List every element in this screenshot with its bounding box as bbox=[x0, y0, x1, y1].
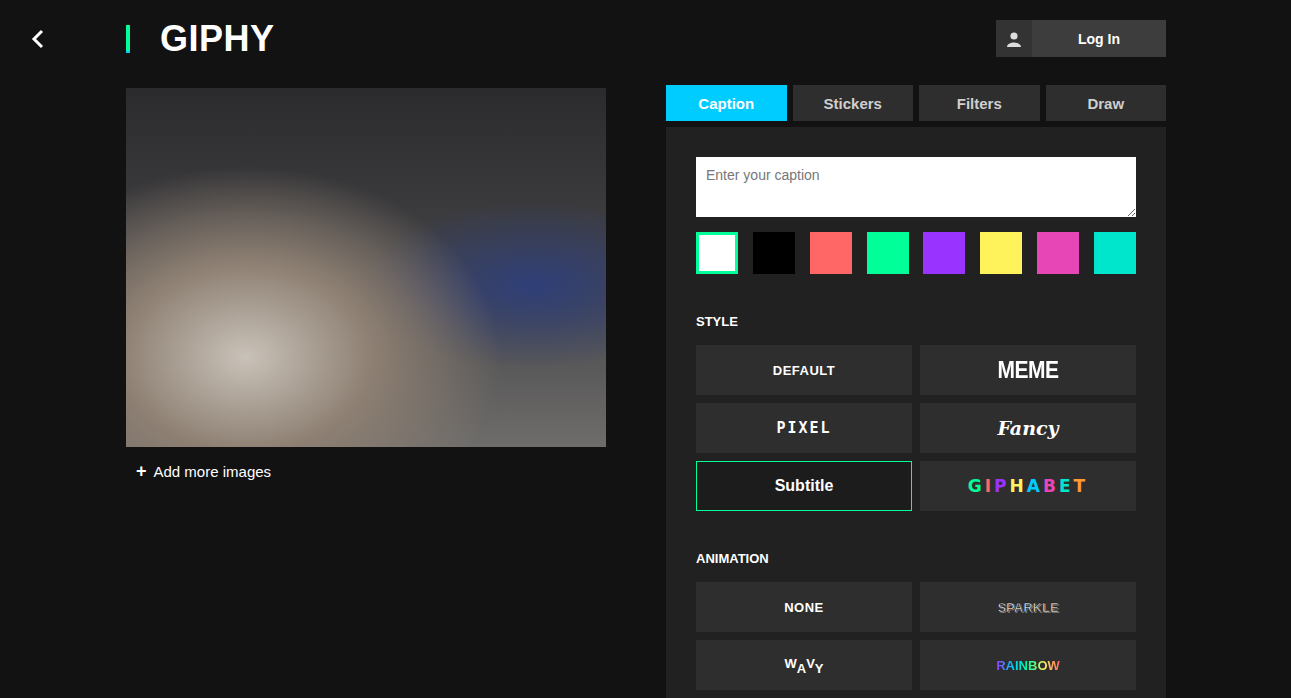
color-swatch[interactable] bbox=[696, 232, 738, 274]
option-label: GIPHABET bbox=[968, 476, 1088, 496]
style-option[interactable]: Fancy bbox=[920, 403, 1136, 453]
animation-options: NONE SPARKLE WAVY RAINBOW bbox=[696, 582, 1136, 690]
tab[interactable]: Filters bbox=[919, 85, 1040, 121]
option-label: Subtitle bbox=[775, 477, 834, 495]
color-swatch[interactable] bbox=[753, 232, 795, 274]
tools-column: CaptionStickersFiltersDraw STYLE DEFAULT ME… bbox=[666, 85, 1166, 698]
login-label: Log In bbox=[1032, 20, 1166, 57]
editor: + Add more images CaptionStickersFiltersDr… bbox=[0, 85, 1291, 698]
color-swatch[interactable] bbox=[810, 232, 852, 274]
style-option[interactable]: Subtitle bbox=[696, 461, 912, 511]
plus-icon: + bbox=[136, 461, 147, 482]
color-swatch[interactable] bbox=[980, 232, 1022, 274]
user-icon bbox=[996, 20, 1032, 57]
back-button[interactable] bbox=[30, 28, 126, 50]
animation-option[interactable]: WAVY bbox=[696, 640, 912, 690]
tab[interactable]: Caption bbox=[666, 85, 787, 121]
header: GIPHY Log In bbox=[0, 0, 1291, 57]
style-option[interactable]: GIPHABET bbox=[920, 461, 1136, 511]
option-label: NONE bbox=[784, 600, 824, 615]
color-swatch[interactable] bbox=[1094, 232, 1136, 274]
option-label: Fancy bbox=[997, 417, 1058, 439]
style-option[interactable]: DEFAULT bbox=[696, 345, 912, 395]
login-button[interactable]: Log In bbox=[996, 20, 1166, 57]
option-label: RAINBOW bbox=[996, 658, 1060, 673]
add-more-label: Add more images bbox=[154, 463, 272, 480]
color-swatches bbox=[696, 232, 1136, 274]
logo-text: GIPHY bbox=[160, 18, 275, 60]
tab[interactable]: Draw bbox=[1046, 85, 1167, 121]
giphy-logo[interactable]: GIPHY bbox=[126, 18, 275, 60]
option-label: WAVY bbox=[784, 658, 823, 673]
option-label: PIXEL bbox=[776, 419, 831, 437]
gif-preview bbox=[126, 88, 606, 447]
preview-column: + Add more images bbox=[126, 85, 606, 698]
option-label: MEME bbox=[998, 356, 1059, 384]
add-more-images-button[interactable]: + Add more images bbox=[126, 461, 606, 482]
animation-title: ANIMATION bbox=[696, 551, 1136, 567]
style-option[interactable]: PIXEL bbox=[696, 403, 912, 453]
color-swatch[interactable] bbox=[867, 232, 909, 274]
option-label: DEFAULT bbox=[773, 363, 835, 378]
back-arrow-icon bbox=[30, 28, 46, 50]
tab[interactable]: Stickers bbox=[793, 85, 914, 121]
animation-option[interactable]: SPARKLE bbox=[920, 582, 1136, 632]
style-options: DEFAULT MEME PIXEL Fancy Subtitle GIPHABET bbox=[696, 345, 1136, 511]
tab-bar: CaptionStickersFiltersDraw bbox=[666, 85, 1166, 121]
style-title: STYLE bbox=[696, 314, 1136, 330]
page: GIPHY Log In + Add more images CaptionSticke… bbox=[0, 0, 1291, 698]
animation-option[interactable]: NONE bbox=[696, 582, 912, 632]
animation-option[interactable]: RAINBOW bbox=[920, 640, 1136, 690]
logo-mark-icon bbox=[126, 25, 130, 53]
style-option[interactable]: MEME bbox=[920, 345, 1136, 395]
color-swatch[interactable] bbox=[923, 232, 965, 274]
caption-input[interactable] bbox=[696, 157, 1136, 217]
color-swatch[interactable] bbox=[1037, 232, 1079, 274]
option-label: SPARKLE bbox=[997, 600, 1058, 615]
caption-panel: STYLE DEFAULT MEME PIXEL Fancy Subtitle GIPHAB… bbox=[666, 127, 1166, 698]
